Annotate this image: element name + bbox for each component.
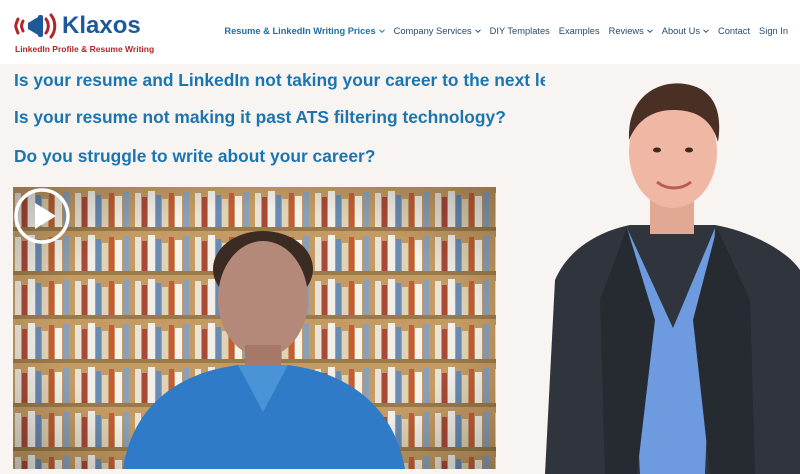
nav-item-label: About Us	[661, 26, 700, 36]
nav-item-prices[interactable]: Resume & LinkedIn Writing Prices	[224, 26, 385, 36]
megaphone-logo-icon	[14, 13, 57, 39]
chevron-down-icon	[378, 29, 385, 34]
video-thumbnail	[13, 187, 496, 469]
chevron-down-icon	[703, 29, 709, 34]
nav-item-label: DIY Templates	[489, 26, 550, 36]
nav-item-sign-in[interactable]: Sign In	[759, 26, 788, 36]
nav-item-label: Examples	[558, 26, 600, 36]
intro-video[interactable]	[13, 187, 496, 469]
hero-headline-3: Do you struggle to write about your care…	[14, 146, 376, 166]
nav-item-label: Sign In	[759, 26, 788, 36]
nav-item-label: Company Services	[393, 26, 472, 36]
nav-item-examples[interactable]: Examples	[559, 26, 600, 36]
nav-item-about-us[interactable]: About Us	[662, 26, 709, 36]
hero-headline-2: Is your resume not making it past ATS fi…	[14, 107, 506, 127]
brand-logo[interactable]: Klaxos LinkedIn Profile & Resume Writing	[14, 10, 154, 56]
nav-item-reviews[interactable]: Reviews	[609, 26, 653, 36]
nav-item-label: Reviews	[608, 26, 644, 36]
site-header: Klaxos LinkedIn Profile & Resume Writing…	[0, 0, 800, 64]
hero-headline-1: Is your resume and LinkedIn not taking y…	[14, 70, 585, 90]
nav-item-company-services[interactable]: Company Services	[394, 26, 481, 36]
brand-tagline: LinkedIn Profile & Resume Writing	[15, 44, 155, 54]
nav-item-diy-templates[interactable]: DIY Templates	[490, 26, 550, 36]
play-icon[interactable]	[13, 187, 71, 245]
portrait-image	[545, 70, 800, 474]
main-nav: Resume & LinkedIn Writing Prices Company…	[215, 26, 788, 36]
chevron-down-icon	[646, 29, 653, 34]
chevron-down-icon	[474, 29, 481, 34]
brand-name: Klaxos	[62, 12, 141, 39]
nav-item-label: Contact	[718, 26, 751, 36]
nav-item-contact[interactable]: Contact	[718, 26, 750, 36]
page: Klaxos LinkedIn Profile & Resume Writing…	[0, 0, 800, 474]
nav-item-label: Resume & LinkedIn Writing Prices	[224, 26, 376, 36]
